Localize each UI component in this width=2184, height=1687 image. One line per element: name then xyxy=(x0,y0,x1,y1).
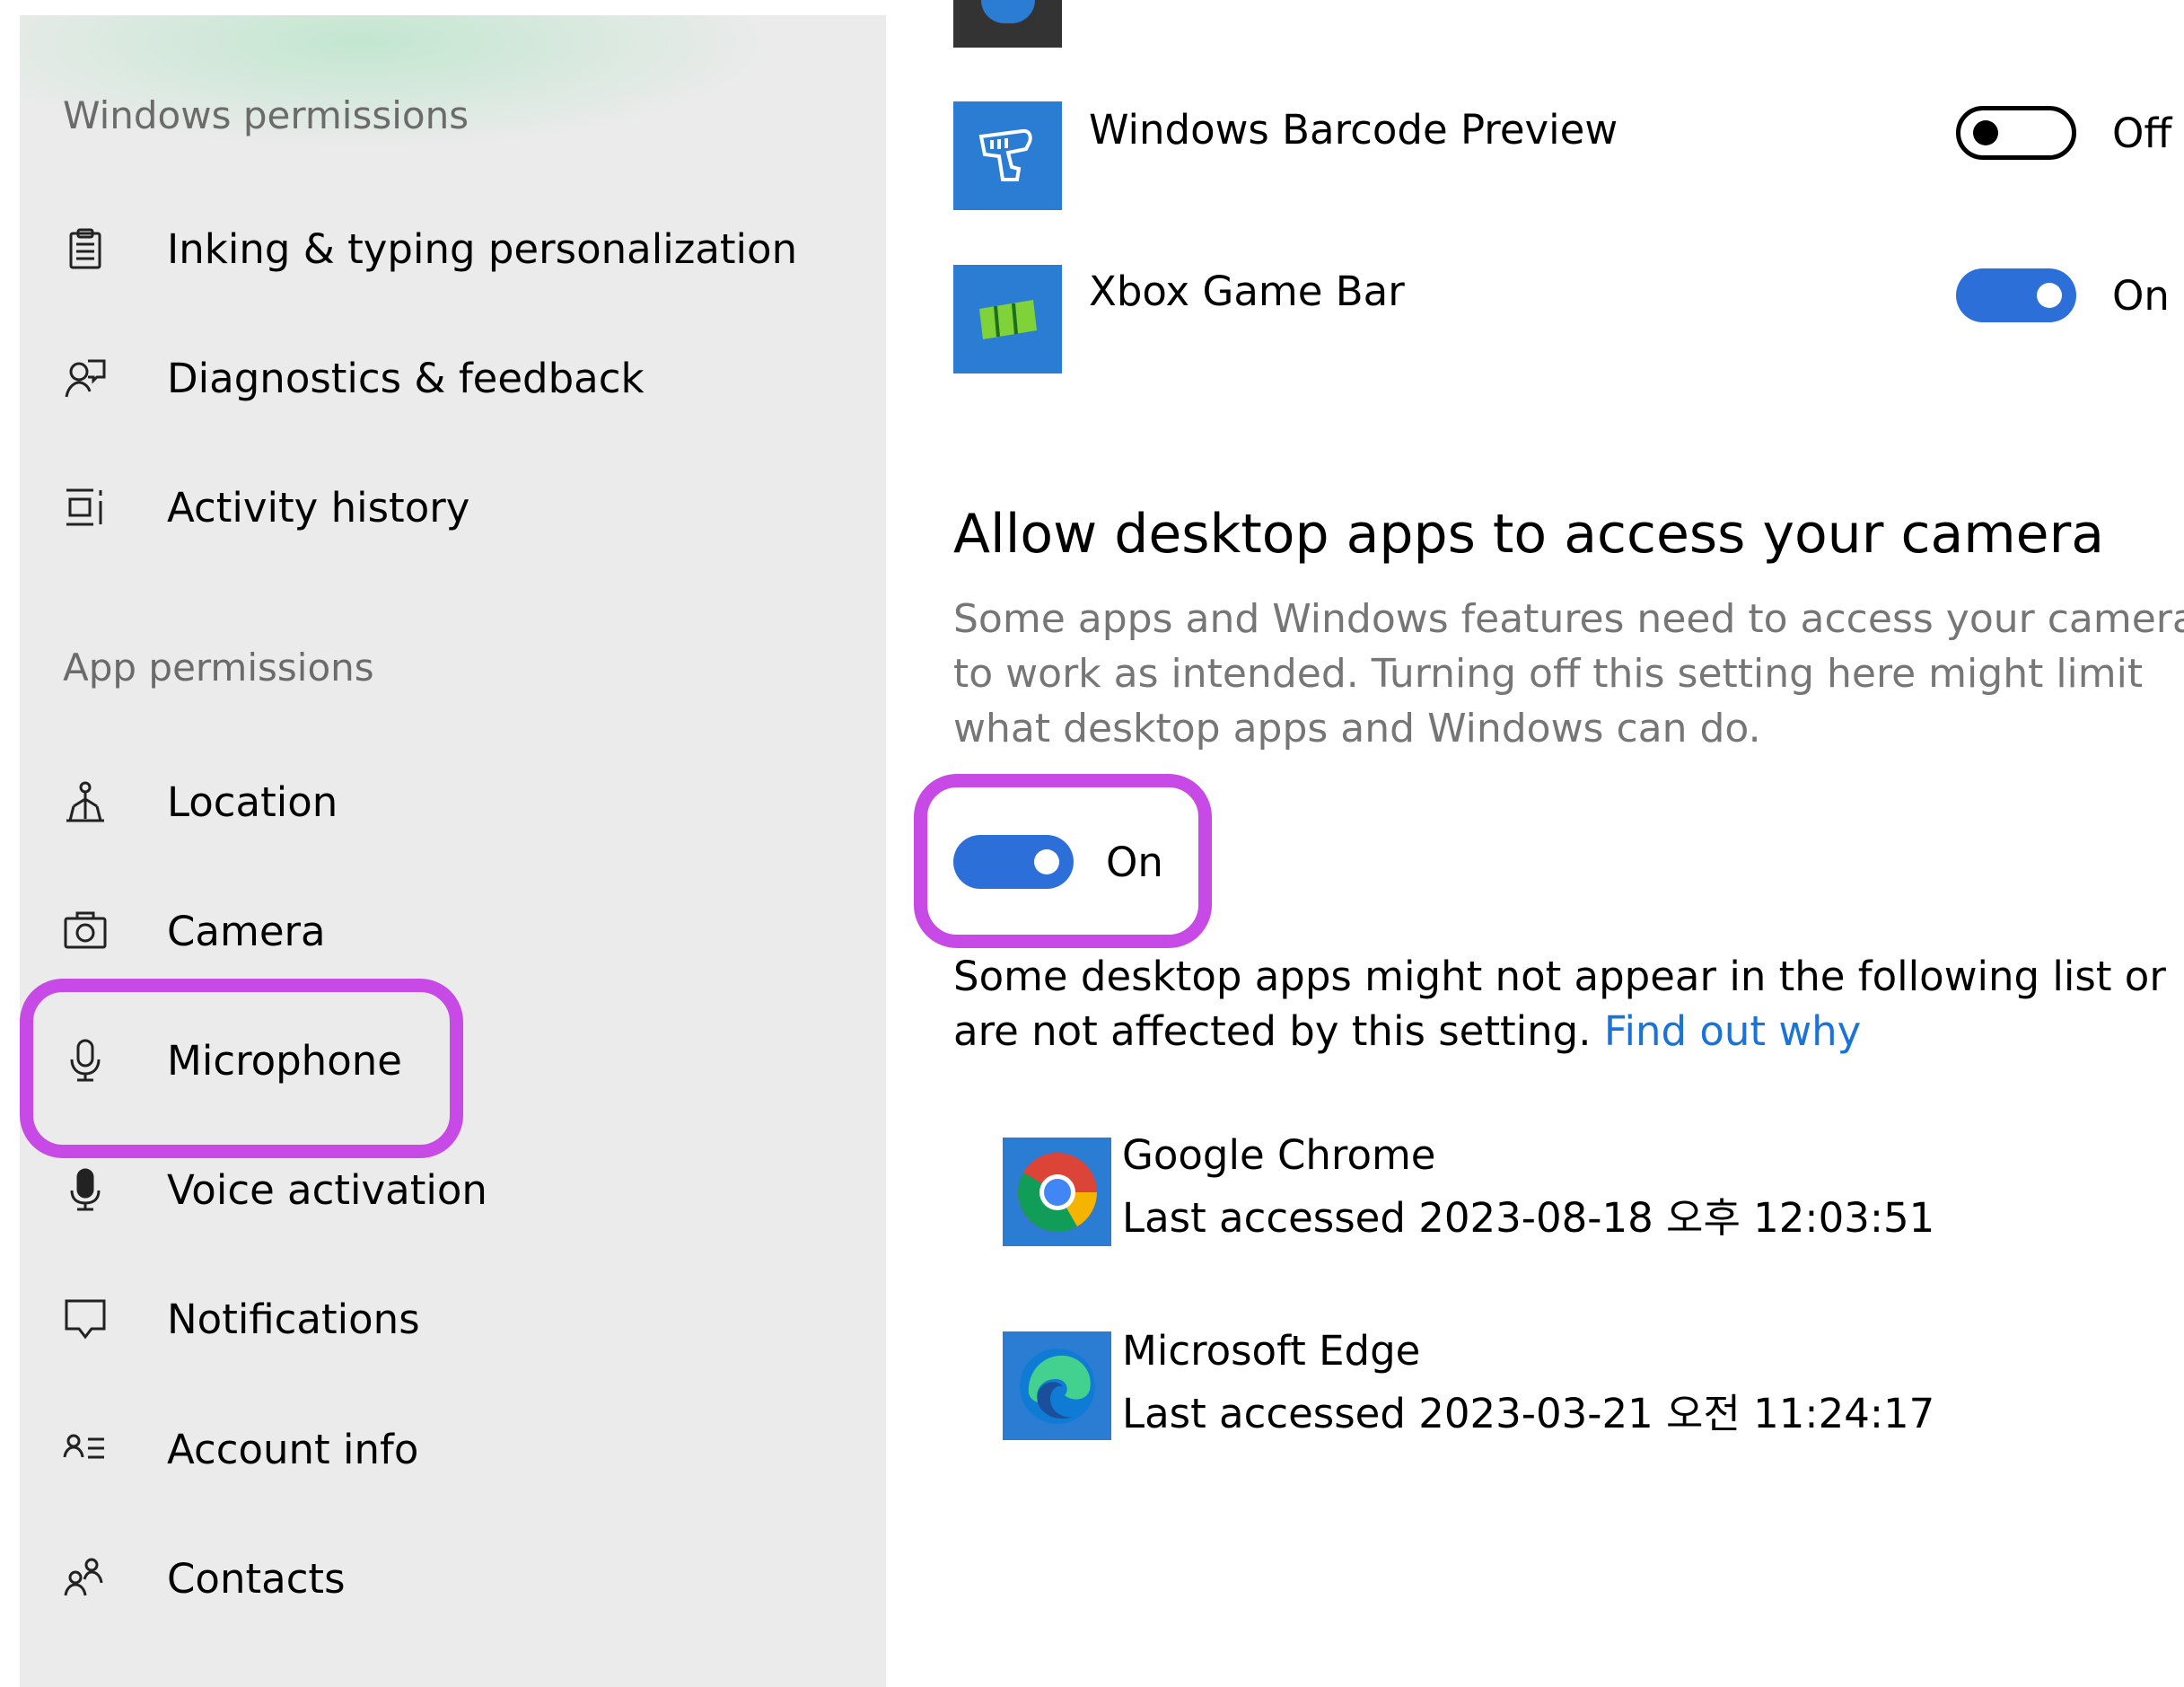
contacts-icon xyxy=(63,1553,113,1604)
toggle-state-label: On xyxy=(1106,839,1163,886)
location-icon xyxy=(63,777,113,827)
sidebar-item-location[interactable]: Location xyxy=(63,757,338,847)
sidebar-item-label: Diagnostics & feedback xyxy=(167,354,645,402)
desktop-app-last-accessed: Last accessed 2023-08-18 오후 12:03:51 xyxy=(1122,1194,1935,1242)
main-panel: Windows Barcode Preview Off Xbox Game Ba… xyxy=(886,0,2184,1678)
sidebar-item-inking-typing[interactable]: Inking & typing personalization xyxy=(63,204,797,294)
sidebar-item-microphone[interactable]: Microphone xyxy=(63,1015,402,1105)
app-name: Xbox Game Bar xyxy=(1089,268,1405,315)
toggle-state-label: Off xyxy=(2112,110,2172,157)
app-permissions-header: App permissions xyxy=(63,646,374,690)
toggle-state-label: On xyxy=(2112,272,2170,320)
person-feedback-icon xyxy=(63,353,113,403)
sidebar-item-diagnostics[interactable]: Diagnostics & feedback xyxy=(63,333,645,423)
sidebar-item-label: Voice activation xyxy=(167,1165,487,1214)
sidebar-item-label: Location xyxy=(167,778,338,826)
sidebar-item-activity-history[interactable]: Activity history xyxy=(63,462,469,552)
chrome-icon xyxy=(1003,1138,1111,1246)
sidebar-item-camera[interactable]: Camera xyxy=(63,886,326,976)
find-out-why-link[interactable]: Find out why xyxy=(1604,1007,1861,1055)
sidebar-item-label: Camera xyxy=(167,907,326,955)
desktop-app-last-accessed: Last accessed 2023-03-21 오전 11:24:17 xyxy=(1122,1390,1935,1437)
app-name: Windows Barcode Preview xyxy=(1089,106,1618,154)
note-text: Some desktop apps might not appear in th… xyxy=(953,953,2166,1055)
notification-icon xyxy=(63,1294,113,1344)
windows-permissions-header: Windows permissions xyxy=(63,93,469,137)
timeline-icon xyxy=(63,482,113,532)
sidebar-item-contacts[interactable]: Contacts xyxy=(63,1533,346,1623)
desktop-apps-heading: Allow desktop apps to access your camera xyxy=(953,503,2105,566)
desktop-app-name: Google Chrome xyxy=(1122,1131,1436,1179)
edge-icon xyxy=(1003,1331,1111,1440)
xbox-game-bar-icon xyxy=(953,265,1062,373)
sidebar-item-label: Microphone xyxy=(167,1036,402,1085)
desktop-apps-camera-toggle[interactable] xyxy=(953,835,1074,889)
sidebar-item-account-info[interactable]: Account info xyxy=(63,1404,418,1494)
settings-sidebar: Windows permissions Inking & typing pers… xyxy=(20,15,886,1687)
sidebar-item-notifications[interactable]: Notifications xyxy=(63,1274,420,1364)
sidebar-item-label: Contacts xyxy=(167,1554,346,1603)
sidebar-item-label: Notifications xyxy=(167,1295,420,1343)
barcode-scanner-icon xyxy=(953,101,1062,210)
sidebar-item-label: Inking & typing personalization xyxy=(167,224,798,273)
microphone-icon xyxy=(63,1035,113,1085)
account-info-icon xyxy=(63,1424,113,1474)
voice-activation-icon xyxy=(63,1164,113,1215)
app-tile-partial xyxy=(953,0,1062,48)
desktop-app-name: Microsoft Edge xyxy=(1122,1327,1421,1375)
xbox-game-bar-toggle[interactable] xyxy=(1956,268,2076,322)
sidebar-item-label: Activity history xyxy=(167,483,470,532)
sidebar-item-label: Account info xyxy=(167,1425,419,1473)
camera-icon xyxy=(63,906,113,956)
barcode-preview-toggle[interactable] xyxy=(1956,106,2076,160)
sidebar-item-voice-activation[interactable]: Voice activation xyxy=(63,1145,487,1234)
desktop-apps-description: Some apps and Windows features need to a… xyxy=(953,596,2184,751)
clipboard-icon xyxy=(63,224,113,274)
desktop-apps-note: Some desktop apps might not appear in th… xyxy=(953,949,2184,1059)
